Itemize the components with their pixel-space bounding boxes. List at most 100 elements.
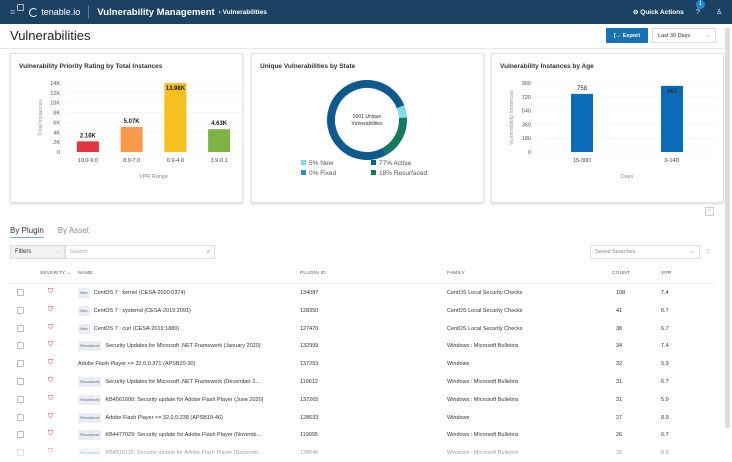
search-placeholder: Search	[70, 249, 88, 255]
x-axis-label: VPR Range	[139, 174, 168, 180]
name-cell[interactable]: Resurfaced Security Updates for Microsoft…	[78, 376, 260, 388]
date-range-select[interactable]: Last 30 Days ⌄	[652, 28, 716, 43]
plugin-family: Windows : Microsoft Bulletins	[447, 379, 519, 385]
data-label: 5.07K	[124, 119, 141, 125]
severity-critical-icon: ⛉	[48, 341, 54, 349]
state-tag: Resurfaced	[78, 341, 102, 352]
state-tag: Resurfaced	[78, 394, 102, 405]
table-row[interactable]: ⛉ New CentOS 7 : curl (CESA-2019:1880) 12…	[0, 321, 724, 338]
column-header-name[interactable]: NAME	[78, 271, 93, 276]
saved-searches-label: Saved Searches	[595, 249, 636, 255]
save-search-icon[interactable]: ▯	[706, 248, 709, 255]
y-tick-label: 900	[522, 81, 531, 87]
column-header-plugin-id[interactable]: PLUGIN ID	[300, 271, 326, 276]
vpr-score: 5.9	[661, 361, 669, 368]
column-header-severity[interactable]: SEVERITY ⌄	[40, 271, 71, 276]
name-cell[interactable]: Resurfaced Security Updates for Microsoft…	[78, 340, 261, 352]
plugin-family: CentOS Local Security Checks	[447, 325, 523, 332]
data-label: 4.63K	[211, 121, 228, 127]
name-cell[interactable]: Resurfaced KB4561600: Security update for…	[78, 394, 264, 406]
y-tick-label: 14K	[50, 81, 60, 87]
chevron-down-icon: ⌄	[689, 249, 694, 255]
x-tick-label: 15-30D	[573, 158, 591, 164]
plugin-id: 128350	[300, 307, 319, 314]
export-button[interactable]: [→ Export	[606, 28, 648, 43]
table-row[interactable]: ⛉ Resurfaced Security Updates for Microso…	[0, 338, 724, 355]
center-text-line: Vulnerabilities	[352, 121, 383, 127]
x-tick-label: 3.9-0.1	[211, 158, 228, 164]
table-row[interactable]: ⛉ Resurfaced Adobe Flash Player <= 32.0.0…	[0, 410, 724, 427]
row-checkbox[interactable]	[17, 342, 24, 350]
search-input[interactable]: Search ⌕	[65, 245, 215, 259]
name-cell[interactable]: Adobe Flash Player <= 32.0.0.371 (APSB20…	[78, 358, 195, 370]
count: 31	[616, 379, 623, 385]
data-label: 758	[577, 86, 588, 92]
name-cell[interactable]: New CentOS 7 : curl (CESA-2019:1880)	[78, 323, 179, 335]
column-header-family[interactable]: FAMILY	[447, 271, 465, 276]
user-icon[interactable]: ♙	[716, 8, 722, 16]
help-icon[interactable]: ?	[696, 9, 700, 16]
vpr-bar-chart: 0 2K 4K 6K 8K 10K 12K 14K 2.16K 10.0-9.0 5.07K 8.9-…	[38, 81, 241, 180]
severity-critical-icon: ⛉	[48, 377, 54, 384]
vpr-score: 6.7	[661, 379, 669, 385]
column-header-count[interactable]: COUNT	[612, 271, 630, 276]
table-row[interactable]: ⛉ Resurfaced KB4561600: Security update f…	[0, 392, 724, 409]
hamburger-menu-icon[interactable]: ≡	[10, 7, 15, 17]
y-tick-label: 2K	[53, 140, 60, 146]
vpr-score: 7.4	[661, 290, 669, 296]
select-all-checkbox[interactable]	[17, 4, 24, 11]
count: 34	[616, 343, 623, 350]
plugin-name: CentOS 7 : curl (CESA-2019:1880)	[93, 325, 180, 332]
scroll-fade	[0, 440, 724, 461]
row-checkbox[interactable]	[17, 413, 24, 421]
row-checkbox[interactable]	[17, 395, 24, 403]
quick-actions-label: Quick Actions	[640, 9, 684, 16]
quick-actions-button[interactable]: ⊖ Quick Actions	[633, 8, 684, 16]
page-scrollbar[interactable]	[725, 28, 730, 428]
row-checkbox[interactable]	[17, 306, 24, 314]
sort-icon: ⌄	[66, 271, 72, 276]
table-row[interactable]: ⛉ Adobe Flash Player <= 32.0.0.371 (APSB…	[0, 356, 724, 373]
tab-by-asset[interactable]: By Asset	[58, 226, 89, 238]
plugin-id: 119612	[300, 379, 318, 385]
count: 38	[616, 325, 623, 332]
saved-searches-select[interactable]: Saved Searches ⌄	[590, 245, 700, 259]
top-header: ≡ tenable.io Vulnerability Management › …	[0, 0, 732, 24]
tenable-logo[interactable]: tenable.io	[29, 7, 80, 17]
age-chart-card: Vulnerability Instances by Age 0 180 360 54…	[491, 53, 724, 203]
bar	[76, 141, 99, 152]
row-checkbox[interactable]	[17, 378, 24, 385]
plugin-id: 127470	[300, 325, 319, 332]
legend-swatch	[301, 160, 306, 165]
donut-slice	[396, 105, 407, 119]
column-header-vpr[interactable]: VPR	[661, 271, 671, 276]
table-row[interactable]: ⛉ Resurfaced Security Updates for Microso…	[0, 374, 724, 391]
row-checkbox[interactable]	[17, 360, 24, 368]
count: 108	[616, 290, 626, 296]
name-cell[interactable]: New CentOS 7 : kernel (CESA-2020:0374)	[78, 287, 185, 299]
y-tick-label: 0	[57, 150, 60, 156]
search-icon: ⌕	[206, 248, 210, 255]
row-checkbox[interactable]	[17, 324, 24, 332]
collapse-charts-button[interactable]: ^	[705, 207, 714, 216]
y-axis-label: Total Instances	[38, 99, 44, 136]
app-name[interactable]: Vulnerability Management	[97, 7, 214, 18]
chevron-down-icon: ⌄	[705, 32, 710, 39]
severity-label: SEVERITY	[40, 271, 66, 276]
state-tag: Resurfaced	[78, 377, 102, 387]
legend-label: 18% Resurfaced	[379, 170, 427, 177]
filters-dropdown[interactable]: Filters ⌄	[10, 245, 65, 259]
plugin-family: CentOS Local Security Checks	[447, 290, 523, 296]
table-row[interactable]: ⛉ New CentOS 7 : systemd (CESA-2019:2091)…	[0, 303, 724, 320]
y-tick-label: 4K	[53, 130, 60, 136]
legend-label: 77% Active	[379, 160, 412, 167]
center-text-line: 5001 Unique	[353, 114, 382, 120]
name-cell[interactable]: New CentOS 7 : systemd (CESA-2019:2091)	[78, 305, 191, 317]
row-checkbox[interactable]	[17, 431, 24, 439]
table-row[interactable]: ⛉ New CentOS 7 : kernel (CESA-2020:0374) …	[0, 285, 724, 302]
severity-critical-icon: ⛉	[48, 288, 54, 295]
vpr-score: 6.7	[661, 432, 669, 439]
name-cell[interactable]: Resurfaced Adobe Flash Player <= 32.0.0.2…	[78, 412, 223, 424]
row-checkbox[interactable]	[17, 289, 24, 296]
tab-by-plugin[interactable]: By Plugin	[10, 226, 44, 238]
